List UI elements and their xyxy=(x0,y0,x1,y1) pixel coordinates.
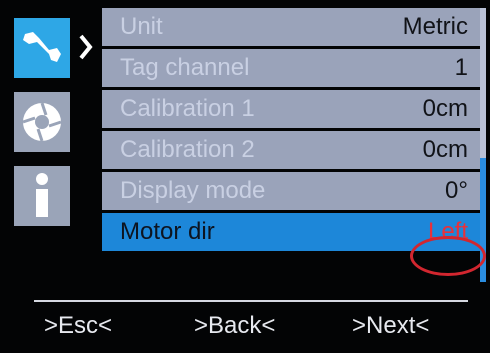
menu-row-label: Unit xyxy=(120,13,163,40)
camera-aperture-icon xyxy=(22,102,62,142)
info-tab[interactable] xyxy=(14,166,70,226)
menu-row-unit[interactable]: Unit Metric xyxy=(102,8,480,46)
menu-row-label: Calibration 2 xyxy=(120,136,255,163)
info-icon xyxy=(36,173,48,217)
next-softkey[interactable]: >Next< xyxy=(352,312,429,340)
menu-row-value: 0cm xyxy=(422,136,468,163)
tools-tab[interactable] xyxy=(14,18,70,78)
menu-row-value: 0cm xyxy=(422,95,468,122)
menu-row-value: 0° xyxy=(445,177,468,204)
menu-row-tag-channel[interactable]: Tag channel 1 xyxy=(102,49,480,87)
esc-softkey[interactable]: >Esc< xyxy=(44,312,112,340)
menu-row-display-mode[interactable]: Display mode 0° xyxy=(102,172,480,210)
menu-row-label: Tag channel xyxy=(120,54,250,81)
menu-row-label: Display mode xyxy=(120,177,266,204)
device-screen: Unit Metric Tag channel 1 Calibration 1 … xyxy=(0,0,490,353)
menu-row-label: Calibration 1 xyxy=(120,95,255,122)
divider xyxy=(34,300,468,302)
softkey-bar: >Esc< >Back< >Next< xyxy=(0,312,490,346)
highlight-circle-annotation xyxy=(410,236,486,276)
back-softkey[interactable]: >Back< xyxy=(194,312,275,340)
camera-tab[interactable] xyxy=(14,92,70,152)
menu-row-label: Motor dir xyxy=(120,218,215,245)
menu-scrollbar[interactable] xyxy=(480,8,486,282)
menu-row-value: 1 xyxy=(454,54,468,81)
chevron-right-icon xyxy=(79,34,93,60)
menu-row-calibration-2[interactable]: Calibration 2 0cm xyxy=(102,131,480,169)
settings-menu: Unit Metric Tag channel 1 Calibration 1 … xyxy=(102,8,480,254)
wrench-icon xyxy=(23,32,61,62)
menu-row-value: Metric xyxy=(402,13,468,40)
menu-row-calibration-1[interactable]: Calibration 1 0cm xyxy=(102,90,480,128)
